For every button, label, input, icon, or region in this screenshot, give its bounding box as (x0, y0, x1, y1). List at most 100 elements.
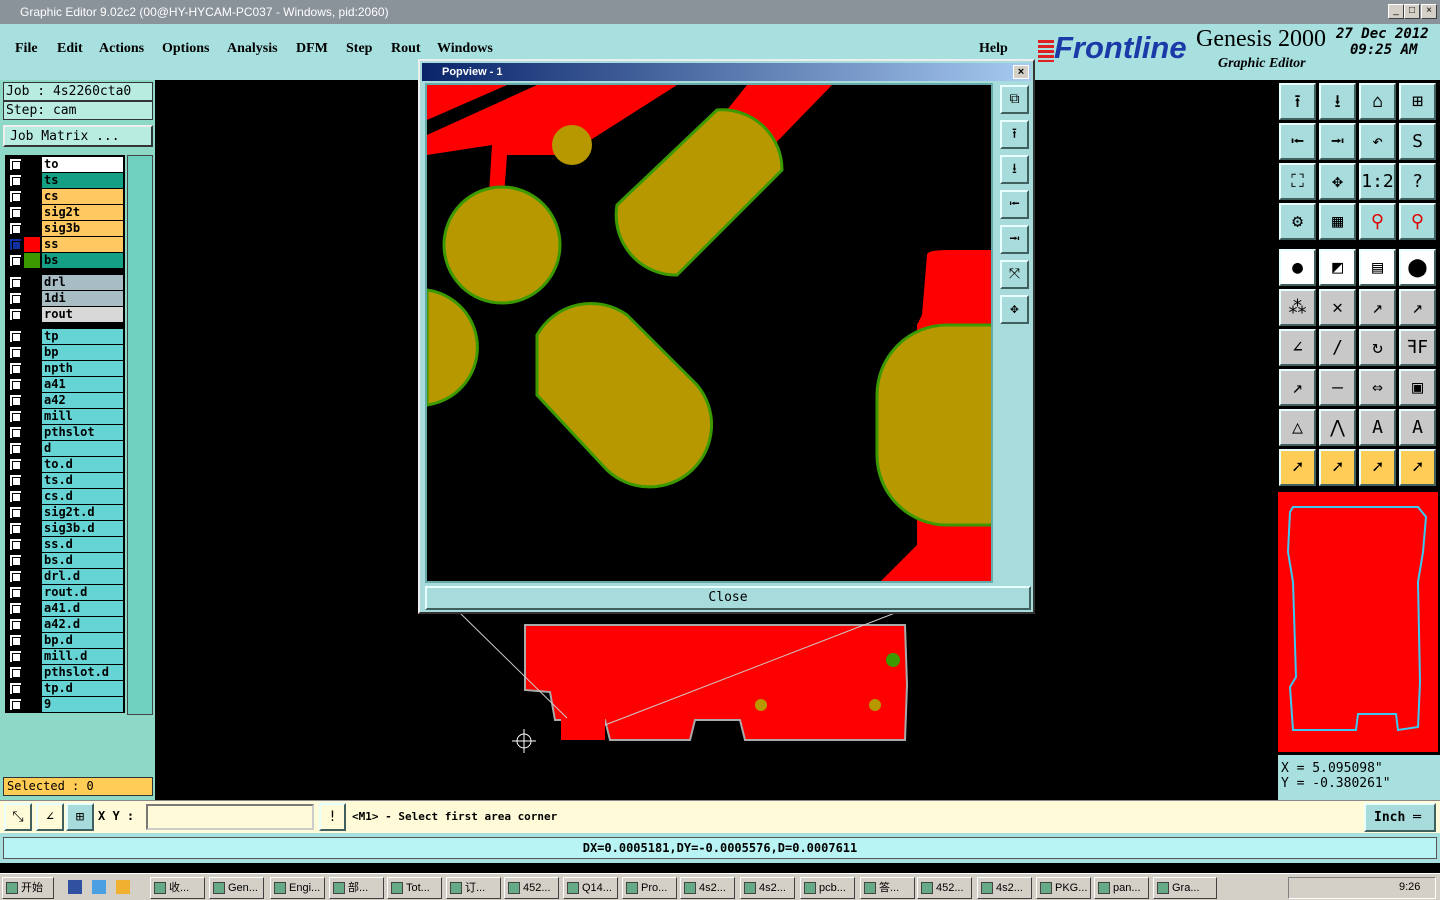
tool-button-4-icon[interactable]: ⭰ (1279, 123, 1316, 160)
layer-checkbox[interactable] (9, 650, 22, 663)
layer-color-swatch[interactable] (24, 291, 40, 306)
layer-color-swatch[interactable] (24, 361, 40, 376)
tool-button-28-icon[interactable]: ↗ (1279, 369, 1316, 406)
popview-close-button[interactable]: Close (425, 586, 1031, 610)
measure-icon[interactable]: ∠ (36, 803, 64, 831)
layer-name[interactable]: a41 (42, 377, 123, 392)
popview-canvas[interactable] (425, 83, 993, 583)
layer-row[interactable]: tp.d (7, 681, 123, 696)
layer-checkbox[interactable] (9, 308, 22, 321)
taskbar-button[interactable]: Q14... (563, 877, 618, 899)
layer-name[interactable]: 1di (42, 291, 123, 306)
layer-name[interactable]: to.d (42, 457, 123, 472)
layer-checkbox[interactable] (9, 222, 22, 235)
layer-row[interactable]: 9 (7, 697, 123, 712)
layer-row[interactable]: ss.d (7, 537, 123, 552)
menu-file[interactable]: File (15, 41, 38, 57)
layer-name[interactable]: ss.d (42, 537, 123, 552)
taskbar-button[interactable]: 4s2... (977, 877, 1032, 899)
layer-row[interactable]: a41.d (7, 601, 123, 616)
layer-row[interactable]: d (7, 441, 123, 456)
units-selector[interactable]: Inch ═ (1364, 803, 1436, 832)
layer-checkbox[interactable] (9, 506, 22, 519)
tool-button-5-icon[interactable]: ⭲ (1319, 123, 1356, 160)
layer-color-swatch[interactable] (24, 633, 40, 648)
tool-button-21-icon[interactable]: ✕ (1319, 289, 1356, 326)
tool-button-24-icon[interactable]: ∠ (1279, 329, 1316, 366)
layer-color-swatch[interactable] (24, 329, 40, 344)
layer-row[interactable]: rout (7, 307, 123, 322)
layer-checkbox[interactable] (9, 682, 22, 695)
menu-actions[interactable]: Actions (99, 41, 144, 57)
layer-checkbox[interactable] (9, 174, 22, 187)
layer-checkbox[interactable] (9, 554, 22, 567)
layer-checkbox[interactable] (9, 254, 22, 267)
popview-tool-1-icon[interactable]: ⭱ (1000, 120, 1029, 149)
layer-color-swatch[interactable] (24, 307, 40, 322)
layer-name[interactable]: 9 (42, 697, 123, 712)
taskbar-button[interactable]: Pro... (622, 877, 677, 899)
layer-checkbox[interactable] (9, 474, 22, 487)
layer-color-swatch[interactable] (24, 681, 40, 696)
layer-row[interactable]: mill.d (7, 649, 123, 664)
xy-input[interactable] (146, 804, 314, 830)
tool-button-37-icon[interactable]: ➚ (1319, 449, 1356, 486)
layer-checkbox[interactable] (9, 190, 22, 203)
layer-color-swatch[interactable] (24, 521, 40, 536)
tool-button-9-icon[interactable]: ✥ (1319, 163, 1356, 200)
layer-color-swatch[interactable] (24, 569, 40, 584)
layer-checkbox[interactable] (9, 538, 22, 551)
layer-color-swatch[interactable] (24, 189, 40, 204)
tool-button-22-icon[interactable]: ↗ (1359, 289, 1396, 326)
taskbar-button[interactable]: Gra... (1153, 877, 1217, 899)
layer-name[interactable]: bp.d (42, 633, 123, 648)
layer-checkbox[interactable] (9, 292, 22, 305)
layer-row[interactable]: to.d (7, 457, 123, 472)
zoom-area-icon[interactable]: ⤡ (4, 803, 32, 831)
tool-button-1-icon[interactable]: ⭳ (1319, 83, 1356, 120)
taskbar-button[interactable]: Gen... (209, 877, 264, 899)
taskbar-button[interactable]: Engi... (270, 877, 325, 899)
layer-color-swatch[interactable] (24, 617, 40, 632)
layer-row[interactable]: sig2t (7, 205, 123, 220)
layer-row[interactable]: mill (7, 409, 123, 424)
popview-close-icon[interactable]: × (1013, 65, 1029, 79)
layer-name[interactable]: ts (42, 173, 123, 188)
layer-row[interactable]: drl.d (7, 569, 123, 584)
layer-row[interactable]: sig3b (7, 221, 123, 236)
layer-row[interactable]: pthslot.d (7, 665, 123, 680)
layer-color-swatch[interactable] (24, 409, 40, 424)
layer-row[interactable]: ss (7, 237, 123, 252)
layer-row[interactable]: npth (7, 361, 123, 376)
layer-color-swatch[interactable] (24, 221, 40, 236)
layer-row[interactable]: bp.d (7, 633, 123, 648)
tool-button-35-icon[interactable]: A (1399, 409, 1436, 446)
popview-tool-6-icon[interactable]: ✥ (1000, 295, 1029, 324)
taskbar-button[interactable]: 452... (917, 877, 972, 899)
layer-name[interactable]: bp (42, 345, 123, 360)
layer-checkbox[interactable] (9, 634, 22, 647)
menu-options[interactable]: Options (162, 41, 209, 57)
popview-tool-3-icon[interactable]: ⭰ (1000, 190, 1029, 219)
tool-button-36-icon[interactable]: ➚ (1279, 449, 1316, 486)
alert-icon[interactable]: ! (319, 803, 346, 831)
layer-checkbox[interactable] (9, 276, 22, 289)
grid-snap-icon[interactable]: ⊞ (66, 803, 94, 831)
layer-color-swatch[interactable] (24, 505, 40, 520)
tool-button-13-icon[interactable]: ▦ (1319, 203, 1356, 240)
layer-name[interactable]: npth (42, 361, 123, 376)
layer-row[interactable]: rout.d (7, 585, 123, 600)
layer-color-swatch[interactable] (24, 345, 40, 360)
layer-checkbox[interactable] (9, 206, 22, 219)
taskbar-button[interactable]: 部... (329, 877, 384, 899)
tool-button-2-icon[interactable]: ⌂ (1359, 83, 1396, 120)
layer-color-swatch[interactable] (24, 473, 40, 488)
tool-button-33-icon[interactable]: ⋀ (1319, 409, 1356, 446)
layer-color-swatch[interactable] (24, 601, 40, 616)
tool-button-15-icon[interactable]: ⚲ (1399, 203, 1436, 240)
tool-button-32-icon[interactable]: △ (1279, 409, 1316, 446)
overview-map[interactable] (1278, 492, 1438, 752)
taskbar-button[interactable]: 4s2... (740, 877, 795, 899)
tool-button-39-icon[interactable]: ➚ (1399, 449, 1436, 486)
tool-button-7-icon[interactable]: S (1399, 123, 1436, 160)
